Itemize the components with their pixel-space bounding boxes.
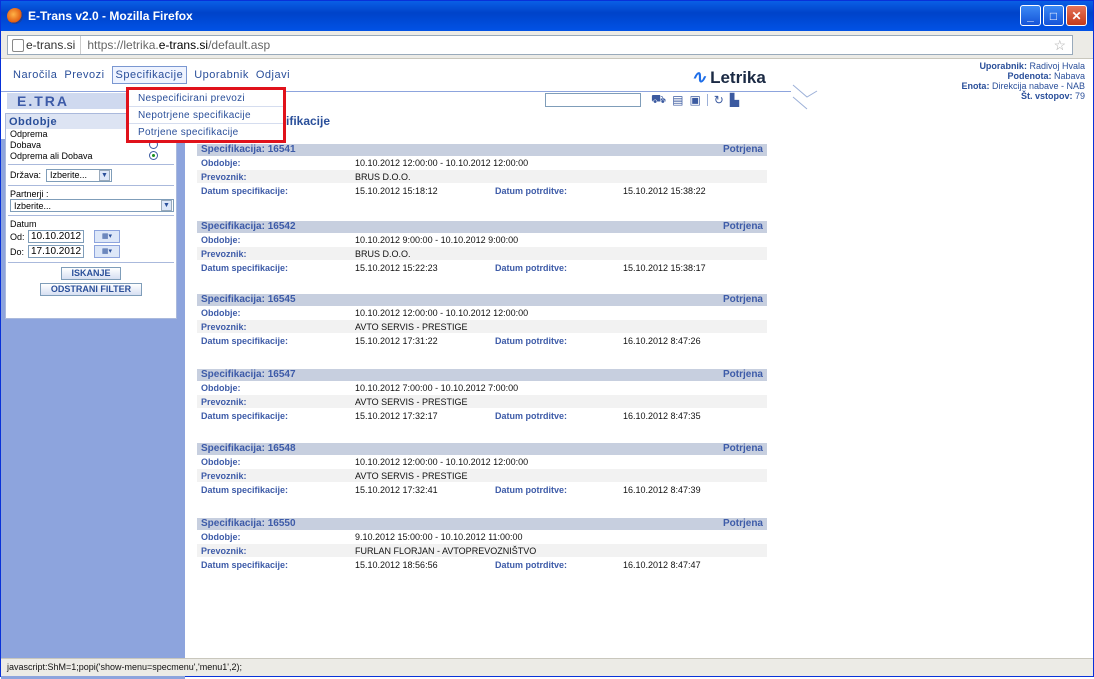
- spec-row-obdobje: Obdobje: 10.10.2012 9:00:00 - 10.10.2012 …: [197, 233, 767, 247]
- status-badge: Potrjena: [722, 518, 763, 529]
- spec-header[interactable]: Specifikacija: 16548 Potrjena: [197, 443, 767, 455]
- do-label: Do:: [10, 246, 25, 257]
- decorative-arrow-icon: [792, 84, 818, 110]
- print-icon[interactable]: ▙: [730, 93, 739, 107]
- nav-specifikacije[interactable]: Specifikacije: [111, 66, 188, 84]
- spec-row-datum: Datum specifikacije: 15.10.2012 15:18:12 D…: [197, 184, 767, 198]
- datum-label: Datum: [10, 219, 37, 229]
- firefox-icon: [7, 8, 23, 24]
- odprema-ali-dobava-label: Odprema ali Dobava: [10, 150, 93, 161]
- do-date-input[interactable]: 17.10.2012: [28, 245, 84, 258]
- spec-row-obdobje: Obdobje: 10.10.2012 12:00:00 - 10.10.2012…: [197, 306, 767, 320]
- chevron-down-icon: ▼: [99, 169, 110, 181]
- status-badge: Potrjena: [722, 443, 763, 454]
- spec-row-obdobje: Obdobje: 10.10.2012 12:00:00 - 10.10.2012…: [197, 156, 767, 170]
- spec-row-prevoznik: Prevoznik: FURLAN FLORJAN - AVTOPREVOZNIŠ…: [197, 544, 767, 558]
- spec-row-prevoznik: Prevoznik: AVTO SERVIS - PRESTIGE: [197, 395, 767, 409]
- spec-row-obdobje: Obdobje: 10.10.2012 12:00:00 - 10.10.2012…: [197, 455, 767, 469]
- od-label: Od:: [10, 231, 25, 242]
- truck-icon[interactable]: ⛟: [651, 92, 666, 108]
- spec-row-prevoznik: Prevoznik: AVTO SERVIS - PRESTIGE: [197, 320, 767, 334]
- refresh-icon[interactable]: ↻: [714, 93, 724, 107]
- specification-block: Specifikacija: 16542 Potrjena Obdobje: 10.…: [197, 221, 767, 275]
- spec-row-obdobje: Obdobje: 9.10.2012 15:00:00 - 10.10.2012 …: [197, 530, 767, 544]
- spec-row-datum: Datum specifikacije: 15.10.2012 17:31:22 D…: [197, 334, 767, 348]
- main-navigation: Naročila Prevozi Specifikacije Uporabnik…: [1, 59, 791, 91]
- address-bar: e-trans.si https://letrika.e-trans.si/de…: [1, 31, 1093, 59]
- browser-window: E-Trans v2.0 - Mozilla Firefox _ □ ✕ e-t…: [0, 0, 1094, 679]
- specification-block: Specifikacija: 16541 Potrjena Obdobje: 10.…: [197, 144, 767, 198]
- iskanje-button[interactable]: ISKANJE: [61, 267, 121, 280]
- odprema-label: Odprema: [10, 129, 48, 139]
- drzava-label: Država:: [10, 170, 42, 180]
- spec-header[interactable]: Specifikacija: 16550 Potrjena: [197, 518, 767, 530]
- nav-prevozi[interactable]: Prevozi: [64, 69, 104, 81]
- partnerji-select[interactable]: Izberite... ▼: [10, 199, 174, 212]
- filter-panel: Obdobje Odprema Dobava Odprema ali Dobav…: [5, 113, 177, 319]
- partnerji-label: Partnerji :: [10, 189, 49, 199]
- specification-block: Specifikacija: 16545 Potrjena Obdobje: 10.…: [197, 294, 767, 348]
- etrans-logo: E.TRA: [7, 93, 127, 109]
- minimize-button[interactable]: _: [1020, 5, 1041, 26]
- spec-row-prevoznik: Prevoznik: BRUS D.O.O.: [197, 247, 767, 261]
- letrika-logo: ∿ Letrika: [691, 67, 766, 87]
- calendar-icon[interactable]: ▦▾: [94, 245, 120, 258]
- drzava-select[interactable]: Izberite... ▼: [46, 168, 112, 182]
- user-info: Uporabnik: Radivoj Hvala Podenota: Nabav…: [961, 61, 1085, 101]
- dobava-label: Dobava: [10, 139, 42, 150]
- url-text[interactable]: https://letrika.e-trans.si/default.asp: [81, 38, 270, 52]
- spec-row-obdobje: Obdobje: 10.10.2012 7:00:00 - 10.10.2012 …: [197, 381, 767, 395]
- menu-item-nespecificirani[interactable]: Nespecificirani prevozi: [129, 90, 283, 107]
- spec-header[interactable]: Specifikacija: 16542 Potrjena: [197, 221, 767, 233]
- specifikacije-dropdown: Nespecificirani prevozi Nepotrjene speci…: [126, 87, 286, 143]
- bookmark-star-icon[interactable]: ☆: [1053, 37, 1066, 54]
- odprema-ali-dobava-radio[interactable]: [149, 151, 158, 160]
- status-badge: Potrjena: [722, 369, 763, 380]
- nav-narocila[interactable]: Naročila: [13, 69, 57, 81]
- page-title: ifikacije: [286, 114, 331, 128]
- menu-item-nepotrjene[interactable]: Nepotrjene specifikacije: [129, 107, 283, 124]
- document-icon[interactable]: ▤: [672, 93, 683, 107]
- spec-row-datum: Datum specifikacije: 15.10.2012 15:22:23 D…: [197, 261, 767, 275]
- status-bar: javascript:ShM=1;popi('show-menu=specmen…: [1, 658, 1093, 676]
- odstrani-filter-button[interactable]: ODSTRANI FILTER: [40, 283, 142, 296]
- clipboard-icon[interactable]: ▣: [689, 93, 700, 107]
- letrika-logo-icon: ∿: [691, 67, 707, 87]
- maximize-button[interactable]: □: [1043, 5, 1064, 26]
- url-field[interactable]: e-trans.si https://letrika.e-trans.si/de…: [7, 35, 1073, 55]
- spec-header[interactable]: Specifikacija: 16541 Potrjena: [197, 144, 767, 156]
- site-identity-badge[interactable]: e-trans.si: [8, 36, 82, 54]
- spec-header[interactable]: Specifikacija: 16547 Potrjena: [197, 369, 767, 381]
- page-content: Naročila Prevozi Specifikacije Uporabnik…: [1, 59, 1093, 679]
- toolbar-icons: ⛟ ▤ ▣ ↻ ▙: [651, 92, 739, 108]
- specification-block: Specifikacija: 16550 Potrjena Obdobje: 9.1…: [197, 518, 767, 572]
- menu-item-potrjene[interactable]: Potrjene specifikacije: [129, 124, 283, 141]
- close-button[interactable]: ✕: [1066, 5, 1087, 26]
- specification-block: Specifikacija: 16547 Potrjena Obdobje: 10.…: [197, 369, 767, 423]
- status-badge: Potrjena: [722, 144, 763, 155]
- spec-row-datum: Datum specifikacije: 15.10.2012 17:32:41 D…: [197, 483, 767, 497]
- search-input[interactable]: [545, 93, 641, 107]
- spec-header[interactable]: Specifikacija: 16545 Potrjena: [197, 294, 767, 306]
- nav-odjavi[interactable]: Odjavi: [256, 69, 290, 81]
- calendar-icon[interactable]: ▦▾: [94, 230, 120, 243]
- spec-row-prevoznik: Prevoznik: BRUS D.O.O.: [197, 170, 767, 184]
- specification-block: Specifikacija: 16548 Potrjena Obdobje: 10.…: [197, 443, 767, 497]
- chevron-down-icon: ▼: [161, 200, 172, 211]
- spec-row-datum: Datum specifikacije: 15.10.2012 18:56:56 D…: [197, 558, 767, 572]
- status-badge: Potrjena: [722, 221, 763, 232]
- title-bar: E-Trans v2.0 - Mozilla Firefox _ □ ✕: [1, 1, 1093, 31]
- od-date-input[interactable]: 10.10.2012: [28, 230, 84, 243]
- spec-row-datum: Datum specifikacije: 15.10.2012 17:32:17 D…: [197, 409, 767, 423]
- window-title: E-Trans v2.0 - Mozilla Firefox: [28, 9, 193, 23]
- status-badge: Potrjena: [722, 294, 763, 305]
- spec-row-prevoznik: Prevoznik: AVTO SERVIS - PRESTIGE: [197, 469, 767, 483]
- nav-uporabnik[interactable]: Uporabnik: [194, 69, 249, 81]
